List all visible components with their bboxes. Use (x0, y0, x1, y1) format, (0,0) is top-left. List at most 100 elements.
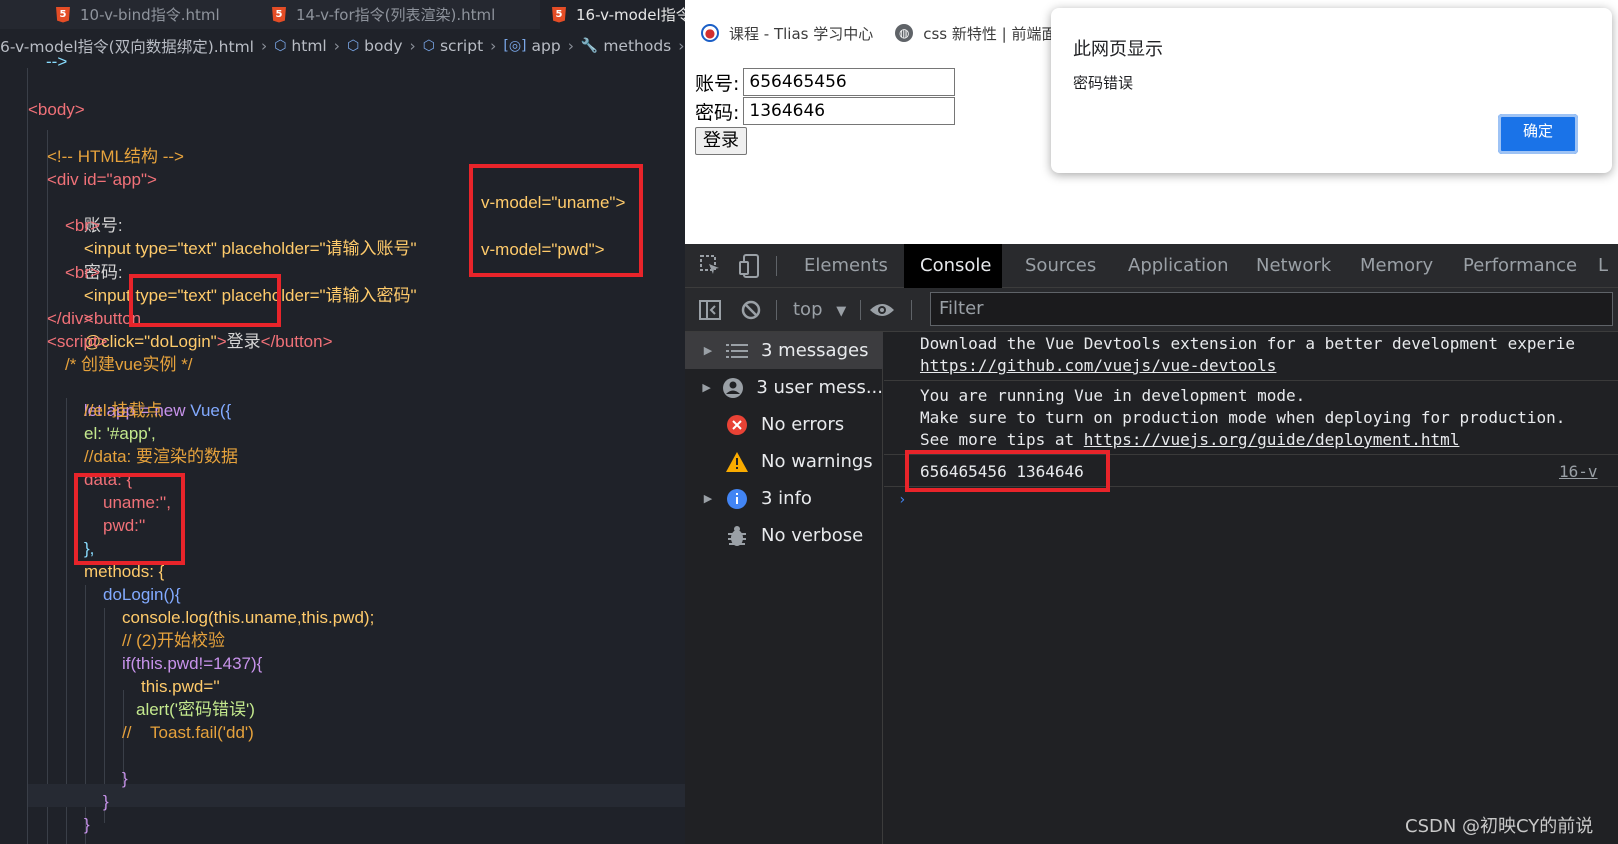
tab-elements[interactable]: Elements (789, 244, 888, 288)
tlias-logo-icon: ● (701, 24, 719, 42)
tab-application[interactable]: Application (1118, 244, 1242, 288)
code-tag: > (216, 332, 227, 351)
chevron-right-icon: › (333, 37, 340, 55)
breadcrumb: 6-v-model指令(双向数据绑定).html › ⬡ html › ⬡ bo… (0, 33, 685, 59)
code-line: <body> (28, 100, 85, 119)
password-input[interactable]: 1364646 (743, 97, 956, 125)
sidebar-item-messages[interactable]: ▶ 3 messages (685, 332, 883, 369)
alert-ok-button[interactable]: 确定 (1498, 114, 1578, 154)
tab-v-for[interactable]: 5 14-v-for指令(列表渲染).html (256, 0, 532, 29)
code-line: this.pwd='' (141, 677, 220, 696)
tab-v-model[interactable]: 5 16-v-model指令 (540, 0, 685, 29)
code-line: </div> (47, 309, 94, 328)
chevron-right-icon: › (678, 37, 685, 55)
tab-sources[interactable]: Sources (1015, 244, 1115, 288)
editor-tab-bar: l 5 10-v-bind指令.html 5 14-v-for指令(列表渲染).… (0, 0, 685, 29)
sidebar-item-errors[interactable]: No errors (685, 406, 883, 443)
clear-console-icon[interactable] (741, 300, 761, 324)
sidebar-item-verbose[interactable]: No verbose (685, 517, 883, 554)
sidebar-item-info[interactable]: ▶ 3 info (685, 480, 883, 517)
expand-arrow-icon: ▶ (703, 492, 713, 505)
login-button[interactable]: 登录 (695, 127, 747, 155)
sidebar-toggle-icon[interactable] (699, 300, 721, 324)
code-line: --> (46, 52, 68, 71)
sidebar-item-warnings[interactable]: No warnings (685, 443, 883, 480)
code-line: let app = new Vue({ (65, 376, 231, 420)
toolbar-divider (860, 300, 861, 320)
code-line: } (84, 815, 90, 834)
devtools-panel: Elements Console Sources Application Net… (685, 244, 1618, 844)
code-line: alert('密码错误') (136, 700, 255, 719)
cube-icon: ⬡ (274, 38, 287, 54)
breadcrumb-methods[interactable]: methods (603, 37, 671, 55)
code-line: doLogin(){ (103, 585, 181, 604)
tab-overflow[interactable]: L (1588, 244, 1618, 288)
highlight-output-box (905, 450, 1110, 492)
code-line: if(this.pwd!=1437){ (122, 654, 263, 673)
code-comment: /* 创建vue实例 */ (65, 355, 193, 374)
message-divider (884, 380, 1618, 381)
code-comment: //data: 要渲染的数据 (84, 447, 238, 466)
code-fn: Vue({ (190, 401, 232, 420)
breadcrumb-script[interactable]: script (440, 37, 483, 55)
tab-memory[interactable]: Memory (1350, 244, 1450, 288)
toolbar-divider (776, 256, 777, 276)
console-link[interactable]: https://github.com/vuejs/vue-devtools (920, 356, 1276, 375)
tab-fragment: l (0, 0, 2, 29)
inspect-element-icon[interactable] (699, 254, 721, 276)
watermark: CSDN @初映CY的前说 (1405, 816, 1594, 837)
expand-arrow-icon: ▶ (702, 381, 711, 394)
sidebar-item-user-messages[interactable]: ▶ 3 user mess... (685, 369, 883, 406)
bracket-icon: [◎] (503, 38, 527, 54)
alert-message: 密码错误 (1073, 74, 1134, 92)
console-toolbar: top ▼ Filter (685, 288, 1618, 332)
bookmark-css[interactable]: ◍ css 新特性 | 前端面 (895, 23, 1056, 44)
console-source-link[interactable]: 16-v (1559, 462, 1598, 481)
tab-network[interactable]: Network (1246, 244, 1346, 288)
account-label: 账号: (695, 72, 740, 95)
password-label: 密码: (695, 101, 740, 124)
highlight-click-box (129, 274, 281, 327)
chevron-right-icon: › (490, 37, 497, 55)
globe-icon: ◍ (895, 24, 914, 42)
prompt-chevron-icon[interactable]: › (898, 492, 906, 508)
context-selector[interactable]: top ▼ (793, 288, 846, 332)
html5-icon: 5 (552, 6, 566, 23)
bug-icon (725, 525, 749, 547)
account-input[interactable]: 656465456 (743, 68, 956, 96)
code-comment: // Toast.fail('dd') (122, 723, 254, 742)
code-editor[interactable]: l 5 10-v-bind指令.html 5 14-v-for指令(列表渲染).… (0, 0, 685, 844)
indent-guide (47, 130, 48, 844)
console-output: Download the Vue Devtools extension for … (884, 332, 1618, 844)
breadcrumb-file[interactable]: 6-v-model指令(双向数据绑定).html (0, 35, 254, 57)
device-toggle-icon[interactable] (739, 254, 761, 278)
code-comment: //el:挂载点 (84, 401, 163, 420)
account-row: 账号: 656465456 (695, 68, 956, 96)
filter-input[interactable]: Filter (930, 292, 1613, 326)
code-line: <script> (47, 332, 108, 351)
code-line: console.log(this.uname,this.pwd); (122, 608, 375, 627)
breadcrumb-body[interactable]: body (364, 37, 402, 55)
tab-performance[interactable]: Performance (1453, 244, 1583, 288)
code-line: el: '#app', (84, 424, 156, 443)
alert-dialog: 此网页显示 密码错误 确定 (1051, 8, 1612, 173)
code-text: 登录 (226, 332, 261, 351)
eye-icon[interactable] (869, 302, 895, 322)
devtools-tab-bar: Elements Console Sources Application Net… (685, 244, 1618, 288)
wrench-icon: 🔧 (580, 38, 599, 54)
alert-title: 此网页显示 (1073, 39, 1163, 60)
tab-v-bind[interactable]: 5 10-v-bind指令.html (40, 0, 246, 29)
code-line: 账号: <input type="text" placeholder="请输入账… (65, 191, 417, 258)
bookmark-tlias[interactable]: ● 课程 - Tlias 学习中心 (701, 23, 873, 44)
browser-window: ● 课程 - Tlias 学习中心 ◍ css 新特性 | 前端面 账号: 65… (685, 0, 1618, 844)
breadcrumb-html[interactable]: html (291, 37, 326, 55)
highlight-v-model-box (469, 164, 643, 277)
list-icon (725, 340, 749, 362)
password-row: 密码: 1364646 (695, 97, 956, 125)
indent-guide (66, 398, 67, 844)
error-icon (725, 414, 749, 436)
tab-console[interactable]: Console (904, 244, 1002, 288)
console-link[interactable]: https://vuejs.org/guide/deployment.html (1084, 430, 1460, 449)
breadcrumb-app[interactable]: app (532, 37, 561, 55)
console-message-row: See more tips at https://vuejs.org/guide… (920, 430, 1460, 449)
